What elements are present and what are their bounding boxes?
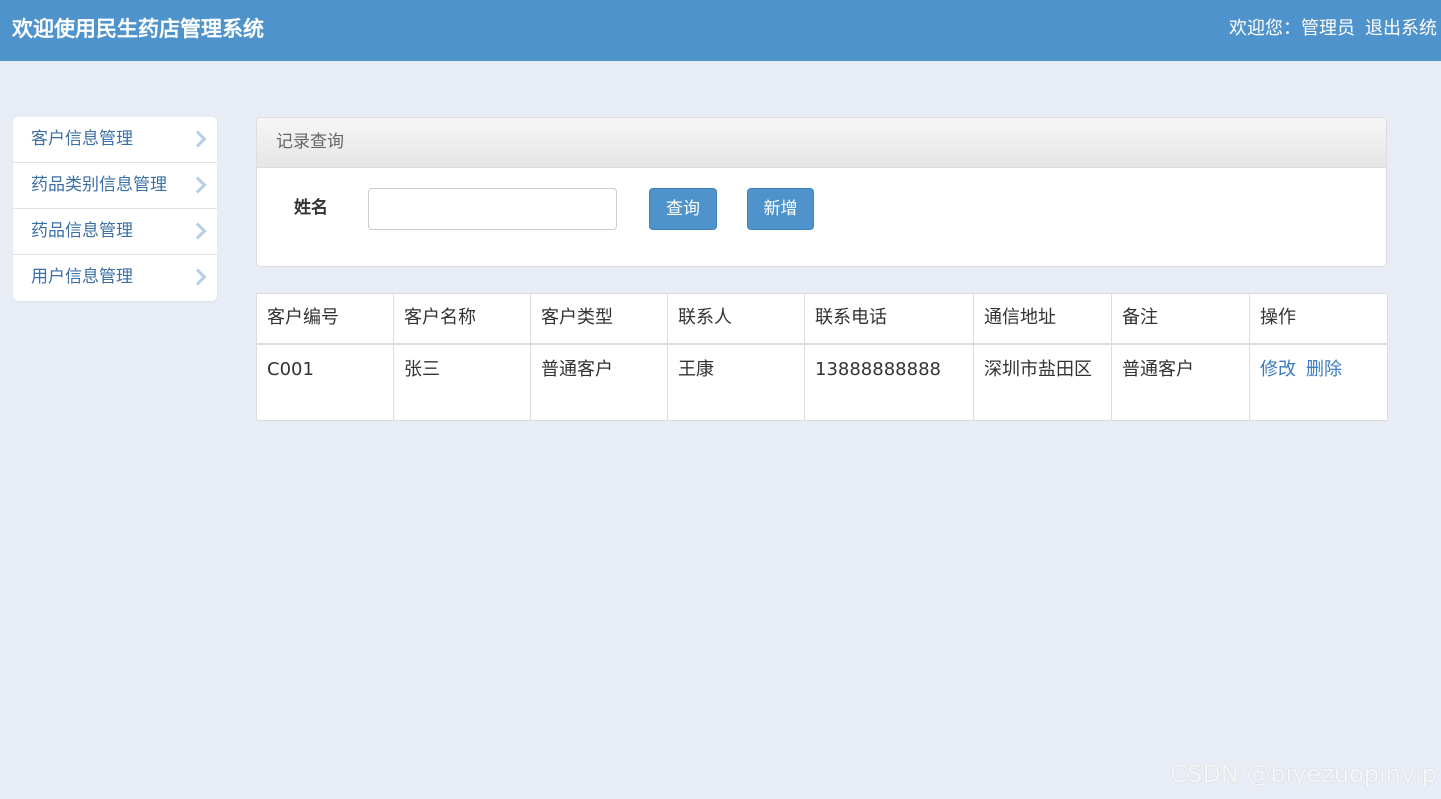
sidebar-item-label: 客户信息管理 [31, 129, 133, 149]
column-header: 联系电话 [804, 293, 974, 345]
cell-contact-person: 王康 [667, 343, 805, 421]
column-header: 客户编号 [256, 293, 394, 345]
column-header: 联系人 [667, 293, 805, 345]
top-bar: 欢迎使用民生药店管理系统 欢迎您：管理员 退出系统 [0, 0, 1441, 61]
logout-link[interactable]: 退出系统 [1365, 18, 1437, 39]
column-header: 客户名称 [393, 293, 531, 345]
table-row: C001 张三 普通客户 王康 13888888888 深圳市盐田区 普通客户 … [256, 343, 1388, 421]
cell-customer-name: 张三 [393, 343, 531, 421]
sidebar-item-label: 药品类别信息管理 [31, 175, 167, 195]
customer-table: 客户编号 客户名称 客户类型 联系人 联系电话 通信地址 备注 操作 C001 … [256, 293, 1388, 421]
panel-header: 记录查询 [257, 118, 1386, 168]
name-field-label: 姓名 [294, 198, 328, 218]
sidebar-item-user-info[interactable]: 用户信息管理 [13, 255, 217, 301]
watermark: CSDN @biyezuopinvip [1170, 760, 1437, 788]
column-header: 操作 [1249, 293, 1388, 345]
chevron-right-icon [189, 176, 207, 194]
cell-address: 深圳市盐田区 [973, 343, 1112, 421]
column-header: 通信地址 [973, 293, 1112, 345]
sidebar-item-label: 用户信息管理 [31, 267, 133, 287]
sidebar-item-customer-info[interactable]: 客户信息管理 [13, 117, 217, 163]
panel-title: 记录查询 [276, 132, 344, 152]
app-title: 欢迎使用民生药店管理系统 [12, 17, 264, 41]
table-header-row: 客户编号 客户名称 客户类型 联系人 联系电话 通信地址 备注 操作 [256, 293, 1388, 345]
add-button[interactable]: 新增 [747, 188, 814, 230]
query-panel: 记录查询 姓名 查询 新增 [256, 117, 1387, 267]
sidebar-menu: 客户信息管理 药品类别信息管理 药品信息管理 用户信息管理 [13, 117, 217, 301]
welcome-user-text: 欢迎您：管理员 [1229, 18, 1355, 39]
cell-phone: 13888888888 [804, 343, 974, 421]
edit-link[interactable]: 修改 [1260, 359, 1296, 380]
chevron-right-icon [189, 130, 207, 148]
sidebar-item-label: 药品信息管理 [31, 221, 133, 241]
cell-customer-type: 普通客户 [530, 343, 668, 421]
chevron-right-icon [189, 222, 207, 240]
column-header: 客户类型 [530, 293, 668, 345]
chevron-right-icon [189, 268, 207, 286]
cell-remark: 普通客户 [1111, 343, 1250, 421]
cell-customer-id: C001 [256, 343, 394, 421]
name-search-input[interactable] [368, 188, 617, 230]
delete-link[interactable]: 删除 [1306, 359, 1342, 380]
search-button[interactable]: 查询 [649, 188, 717, 230]
user-area: 欢迎您：管理员 退出系统 [1229, 15, 1437, 43]
sidebar-item-drug-category[interactable]: 药品类别信息管理 [13, 163, 217, 209]
sidebar-item-drug-info[interactable]: 药品信息管理 [13, 209, 217, 255]
cell-actions: 修改 删除 [1249, 343, 1388, 421]
column-header: 备注 [1111, 293, 1250, 345]
